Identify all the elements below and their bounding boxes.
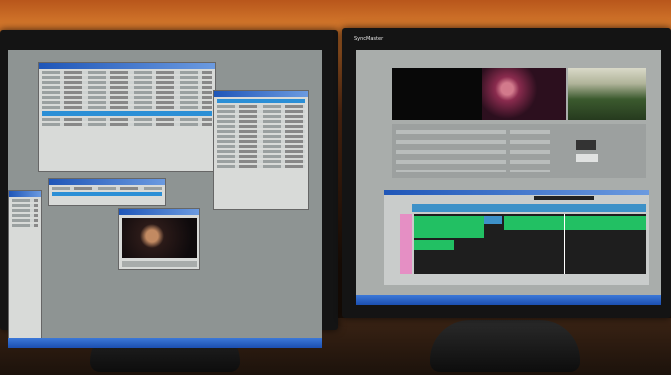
audio-clip-2[interactable] — [504, 216, 646, 230]
audio-clip-3[interactable] — [414, 240, 454, 250]
settings-panel — [392, 124, 646, 178]
timeline-window[interactable] — [384, 190, 649, 285]
desk-photo: SyncMaster — [0, 0, 671, 375]
playhead[interactable] — [564, 214, 565, 274]
left-monitor — [0, 30, 338, 348]
right-monitor: SyncMaster — [342, 28, 671, 318]
clip-viewer-frame — [122, 218, 197, 258]
bin-window-titlebar[interactable] — [39, 63, 215, 69]
clip-viewer-window[interactable] — [118, 208, 200, 270]
left-edge-window — [8, 190, 42, 340]
settings-values[interactable] — [510, 130, 550, 172]
clip-viewer-controls[interactable] — [122, 261, 197, 267]
video-clip-small[interactable] — [484, 216, 502, 224]
timeline-track-v1[interactable] — [412, 204, 646, 212]
source-monitor[interactable] — [392, 68, 482, 120]
right-taskbar[interactable] — [356, 295, 661, 305]
selected-bin-row[interactable] — [217, 99, 305, 103]
record-monitor-crowd[interactable] — [482, 68, 566, 120]
left-taskbar[interactable] — [8, 338, 322, 348]
timeline-timecode — [534, 196, 594, 200]
bin-window-small[interactable] — [48, 178, 166, 206]
settings-fields[interactable] — [396, 130, 506, 172]
right-monitor-stand — [430, 320, 580, 372]
monitor-brand-label: SyncMaster — [354, 36, 384, 42]
settings-button-light[interactable] — [576, 154, 598, 162]
left-monitor-screen — [8, 50, 322, 348]
settings-button-dark[interactable] — [576, 140, 596, 150]
track-labels[interactable] — [400, 214, 412, 274]
bin-window-large[interactable] — [38, 62, 216, 172]
record-monitor-outdoor[interactable] — [568, 68, 646, 120]
right-monitor-screen — [356, 50, 661, 305]
bin-window-right[interactable] — [213, 90, 309, 210]
audio-clip-1[interactable] — [414, 216, 484, 238]
selected-clip-row[interactable] — [42, 111, 212, 116]
